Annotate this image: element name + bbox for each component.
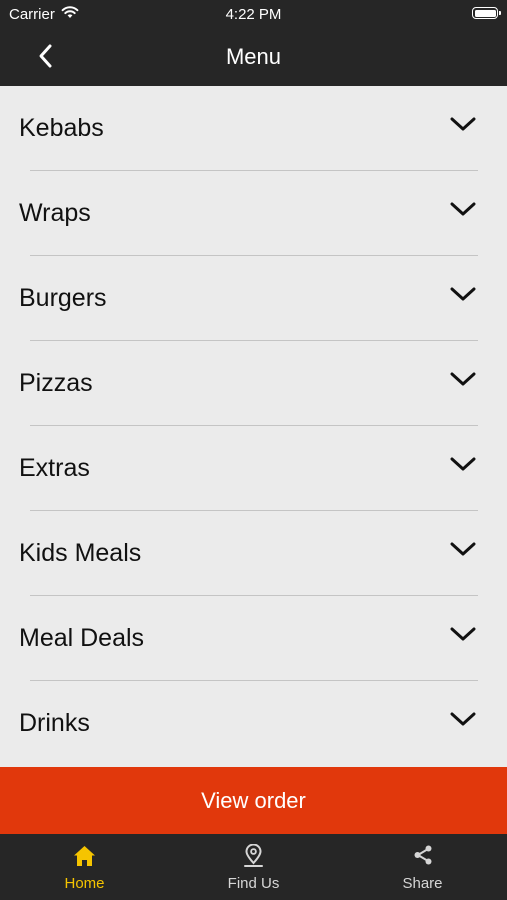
tab-bar: Home Find Us Share bbox=[0, 834, 507, 900]
menu-category-burgers[interactable]: Burgers bbox=[0, 256, 507, 341]
chevron-down-icon[interactable] bbox=[450, 541, 476, 557]
chevron-down-icon[interactable] bbox=[450, 626, 476, 642]
menu-category-extras[interactable]: Extras bbox=[0, 426, 507, 511]
category-label: Extras bbox=[19, 454, 90, 482]
chevron-down-icon[interactable] bbox=[450, 456, 476, 472]
location-pin-icon bbox=[244, 844, 263, 867]
category-label: Kids Meals bbox=[19, 539, 142, 567]
menu-category-kids-meals[interactable]: Kids Meals bbox=[0, 511, 507, 596]
category-label: Pizzas bbox=[19, 369, 93, 397]
status-bar: Carrier 4:22 PM bbox=[0, 0, 507, 28]
menu-category-kebabs[interactable]: Kebabs bbox=[0, 86, 507, 171]
category-label: Burgers bbox=[19, 284, 107, 312]
share-icon bbox=[414, 845, 432, 865]
tab-find-us[interactable]: Find Us bbox=[169, 834, 338, 900]
category-label: Kebabs bbox=[19, 114, 104, 142]
category-label: Meal Deals bbox=[19, 624, 145, 652]
chevron-down-icon[interactable] bbox=[450, 711, 476, 727]
view-order-button[interactable]: View order bbox=[0, 767, 507, 834]
tab-home[interactable]: Home bbox=[0, 834, 169, 900]
category-label: Wraps bbox=[19, 199, 91, 227]
tab-label: Home bbox=[64, 875, 105, 892]
menu-list: Kebabs Wraps Burgers Pizzas Extras Kids … bbox=[0, 86, 507, 767]
tab-label: Share bbox=[402, 875, 443, 892]
tab-label: Find Us bbox=[227, 875, 280, 892]
menu-category-meal-deals[interactable]: Meal Deals bbox=[0, 596, 507, 681]
menu-category-pizzas[interactable]: Pizzas bbox=[0, 341, 507, 426]
chevron-down-icon[interactable] bbox=[450, 286, 476, 302]
home-icon bbox=[74, 846, 95, 866]
tab-share[interactable]: Share bbox=[338, 834, 507, 900]
battery-icon bbox=[472, 7, 501, 19]
menu-category-wraps[interactable]: Wraps bbox=[0, 171, 507, 256]
chevron-down-icon[interactable] bbox=[450, 116, 476, 132]
page-title: Menu bbox=[225, 44, 282, 69]
chevron-down-icon[interactable] bbox=[450, 371, 476, 387]
chevron-down-icon[interactable] bbox=[450, 201, 476, 217]
clock: 4:22 PM bbox=[225, 6, 282, 23]
category-label: Drinks bbox=[19, 709, 90, 737]
nav-bar: Menu bbox=[0, 28, 507, 86]
menu-category-drinks[interactable]: Drinks bbox=[0, 681, 507, 766]
